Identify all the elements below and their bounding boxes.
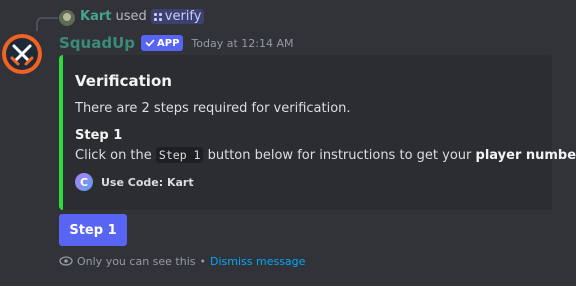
embed-footer: C Use Code: Kart (75, 173, 194, 191)
crossed-swords-icon (6, 38, 38, 70)
reply-spine (36, 17, 58, 31)
embed-description: There are 2 steps required for verificat… (75, 101, 351, 116)
app-badge: APP (141, 35, 184, 51)
command-chip[interactable]: verify (150, 9, 205, 24)
ephemeral-text: Only you can see this (77, 254, 196, 268)
step-text-before: Click on the (75, 148, 152, 163)
player-number-text: player number (475, 148, 576, 163)
reply-username[interactable]: Kart (80, 9, 111, 24)
bot-avatar[interactable] (2, 34, 42, 74)
ephemeral-separator: • (199, 254, 207, 268)
reply-user-avatar[interactable] (59, 10, 75, 26)
eye-icon (59, 256, 73, 266)
message-header: SquadUp APP Today at 12:14 AM (59, 34, 293, 52)
ephemeral-notice: Only you can see this • Dismiss message (59, 254, 305, 268)
command-name: verify (164, 9, 202, 24)
grid-icon (153, 12, 162, 21)
footer-icon: C (75, 173, 93, 191)
timestamp: Today at 12:14 AM (191, 36, 294, 50)
embed-title: Verification (75, 72, 172, 90)
footer-text: Use Code: Kart (101, 175, 194, 189)
step-title: Step 1 (75, 128, 123, 143)
reply-context: Kart used verify (80, 9, 205, 24)
step-code: Step 1 (155, 147, 204, 163)
step-instructions: Click on the Step 1 button below for ins… (75, 147, 576, 163)
verification-embed: Verification There are 2 steps required … (59, 55, 576, 210)
bot-name[interactable]: SquadUp (59, 34, 135, 52)
step-text-after: button below for instructions to get you… (207, 148, 472, 163)
step-1-button[interactable]: Step 1 (59, 214, 127, 246)
checkmark-icon (145, 39, 155, 47)
app-badge-label: APP (157, 37, 180, 49)
dismiss-message-link[interactable]: Dismiss message (210, 255, 305, 268)
reply-used-text: used (115, 9, 147, 24)
